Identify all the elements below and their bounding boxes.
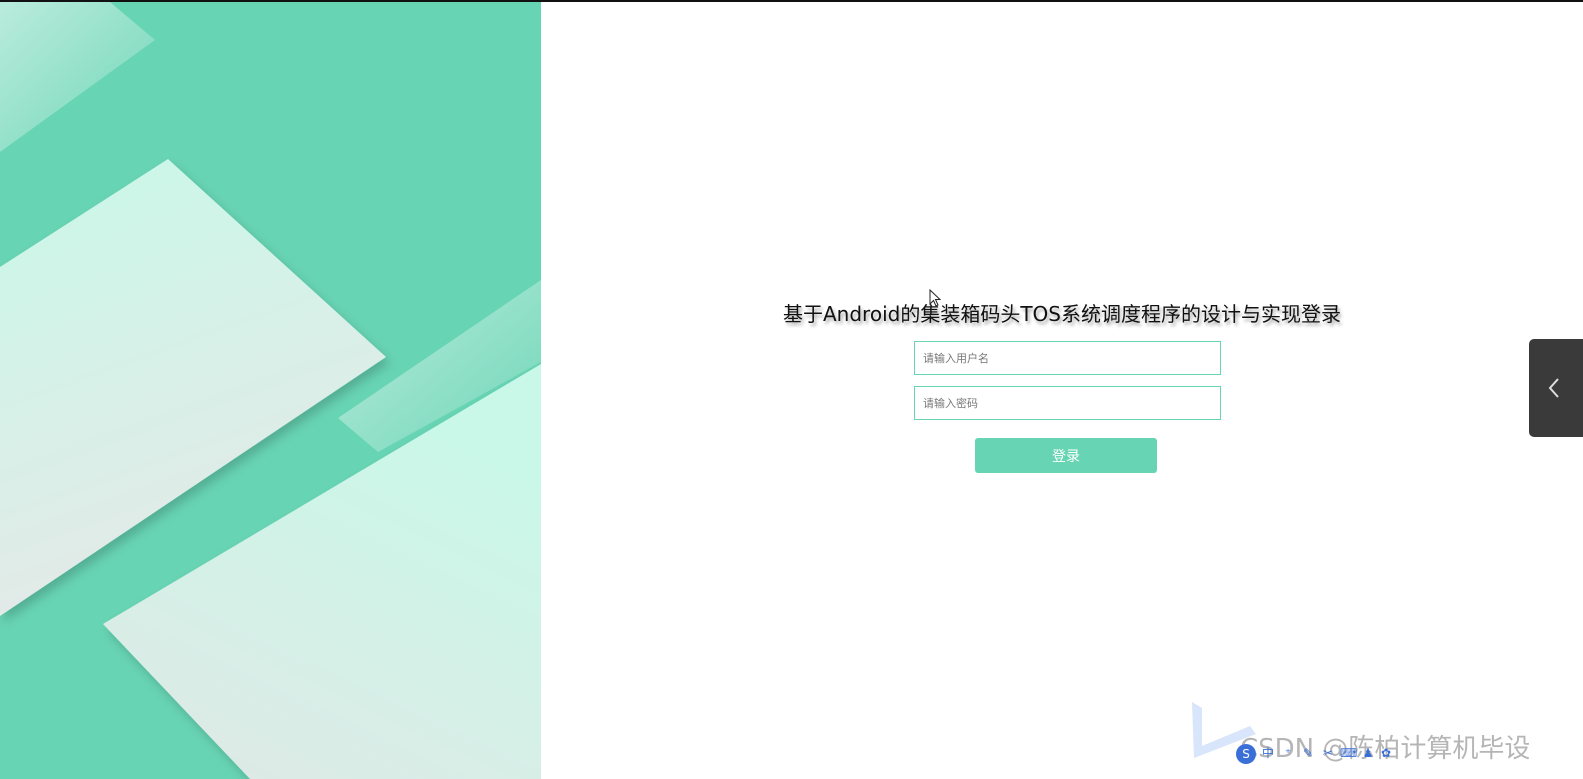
side-panel-toggle[interactable]	[1529, 339, 1583, 437]
ime-skin-icon[interactable]: ♟	[1360, 745, 1376, 761]
chevron-left-icon	[1548, 378, 1559, 398]
ime-punctuation-icon[interactable]: ⁺	[1280, 745, 1296, 761]
ime-toolbar: S 中 ⁺ ✎ ✂ ⌨ ♟ ✿	[1234, 741, 1396, 767]
login-title: 基于Android的集装箱码头TOS系统调度程序的设计与实现登录	[783, 302, 1341, 326]
ime-chinese-mode-icon[interactable]: 中	[1260, 745, 1276, 761]
top-border	[0, 0, 1583, 2]
ime-keyboard-icon[interactable]: ⌨	[1340, 745, 1357, 761]
password-input[interactable]	[914, 386, 1221, 420]
decorative-art-panel	[0, 2, 541, 779]
mouse-cursor-icon	[929, 289, 941, 307]
ime-scissors-icon[interactable]: ✂	[1320, 745, 1336, 761]
ime-handwriting-icon[interactable]: ✎	[1300, 745, 1316, 761]
login-button[interactable]: 登录	[975, 438, 1157, 473]
ime-settings-icon[interactable]: ✿	[1378, 745, 1394, 761]
login-area: 基于Android的集装箱码头TOS系统调度程序的设计与实现登录 登录	[541, 2, 1583, 779]
geometric-background-art	[0, 2, 541, 779]
ime-logo-icon[interactable]: S	[1236, 744, 1256, 764]
username-input[interactable]	[914, 341, 1221, 375]
